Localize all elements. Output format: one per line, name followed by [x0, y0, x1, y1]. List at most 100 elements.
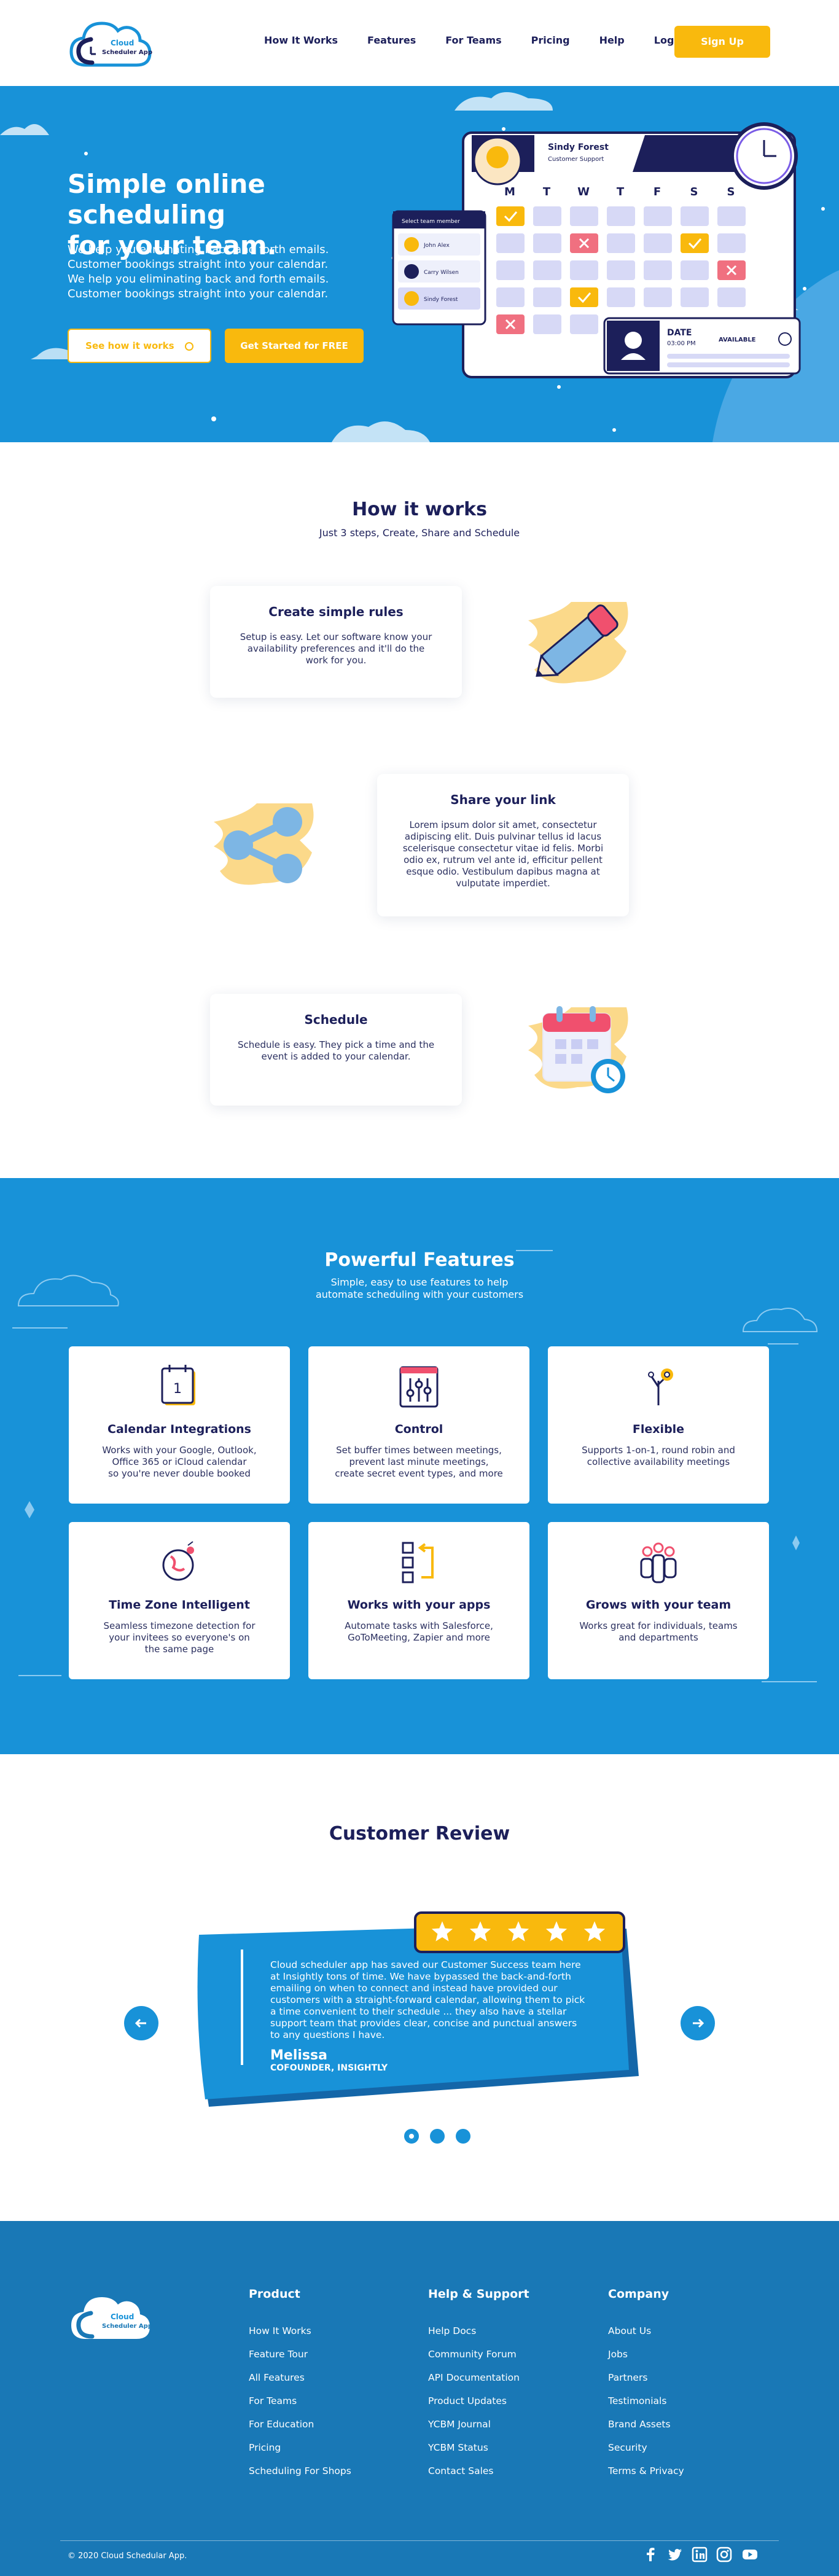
footer-link[interactable]: For Teams — [249, 2389, 351, 2413]
footer-column-help: Help & Support Help Docs Community Forum… — [428, 2287, 529, 2483]
feature-text: Works with your Google, Outlook, Office 3… — [102, 1445, 257, 1479]
feature-text: Set buffer times between meetings, preven… — [335, 1445, 503, 1479]
calendar-day-cell — [717, 287, 746, 307]
calendar-day-cell — [644, 260, 672, 280]
footer-link[interactable]: YCBM Status — [428, 2436, 529, 2459]
logo[interactable]: Cloud Scheduler App — [68, 15, 154, 70]
calendar-day-cell — [496, 287, 525, 307]
copyright: © 2020 Cloud Schedular App. — [68, 2551, 187, 2561]
review-next-button[interactable] — [681, 2006, 715, 2040]
facebook-icon[interactable] — [642, 2547, 658, 2562]
schedule-calendar-icon — [528, 1006, 628, 1093]
footer-link[interactable]: Feature Tour — [249, 2343, 351, 2366]
calendar-day-cell — [717, 206, 746, 226]
calendar-day-cell — [607, 233, 635, 253]
footer-link[interactable]: All Features — [249, 2366, 351, 2389]
carousel-dot[interactable] — [430, 2129, 445, 2144]
feature-text: Automate tasks with Salesforce, GoToMeeti… — [345, 1620, 493, 1643]
footer-link[interactable]: Brand Assets — [608, 2413, 684, 2436]
hero-lead: We help you eliminating back and forth e… — [68, 243, 412, 302]
day-label: T — [617, 185, 625, 198]
carousel-dot[interactable] — [404, 2129, 419, 2144]
nav-help[interactable]: Help — [599, 34, 625, 46]
calendar-icon: 1 — [161, 1365, 195, 1405]
review-author: Melissa — [270, 2048, 327, 2063]
apps-icon — [402, 1542, 434, 1583]
day-label: T — [543, 185, 551, 198]
footer-link[interactable]: Terms & Privacy — [608, 2459, 684, 2483]
feature-text: Supports 1-on-1, round robin and collecti… — [582, 1445, 735, 1467]
footer-link[interactable]: Product Updates — [428, 2389, 529, 2413]
footer-logo[interactable]: Cloud Scheduler App — [68, 2289, 154, 2344]
day-label: S — [690, 185, 698, 198]
instagram-icon[interactable] — [716, 2547, 732, 2562]
how-it-works-subtitle: Just 3 steps, Create, Share and Schedule — [319, 527, 520, 539]
footer-link[interactable]: API Documentation — [428, 2366, 529, 2389]
nav-features[interactable]: Features — [367, 34, 416, 46]
day-label: S — [727, 185, 735, 198]
calendar-day-cell — [533, 233, 561, 253]
calendar-day-cell — [496, 260, 525, 280]
calendar-day-cell — [644, 287, 672, 307]
calendar-day-cell — [533, 206, 561, 226]
review-author-role: COFOUNDER, INSIGHTLY — [270, 2063, 388, 2073]
nav-how-it-works[interactable]: How It Works — [264, 34, 338, 46]
feature-title: Grows with your team — [585, 1598, 732, 1612]
signup-button[interactable]: Sign Up — [674, 26, 770, 58]
carousel-dot[interactable] — [456, 2129, 470, 2144]
calendar-day-cell — [533, 260, 561, 280]
twitter-icon[interactable] — [667, 2547, 683, 2562]
step-text: Schedule is easy. They pick a time and t… — [237, 1039, 435, 1062]
nav-pricing[interactable]: Pricing — [531, 34, 570, 46]
member-item: Carry Wilsen — [424, 270, 459, 276]
step-card-share: Share your link Lorem ipsum dolor sit am… — [377, 774, 629, 916]
footer-link[interactable]: Jobs — [608, 2343, 684, 2366]
svg-text:1: 1 — [173, 1381, 182, 1397]
step-text: Lorem ipsum dolor sit amet, consectetur a… — [402, 819, 604, 889]
footer-link[interactable]: About Us — [608, 2319, 684, 2343]
footer-column-title: Product — [249, 2287, 300, 2301]
globe-icon — [162, 1541, 194, 1581]
footer-link[interactable]: Scheduling For Shops — [249, 2459, 351, 2483]
site-header: Cloud Scheduler App How It Works Feature… — [0, 0, 839, 86]
calendar-day-cell — [644, 233, 672, 253]
feature-card-calendar: 1 Calendar Integrations Works with your … — [69, 1346, 290, 1504]
site-footer: Cloud Scheduler App Product How It Works… — [0, 2221, 839, 2576]
time-label: 03:00 PM — [667, 340, 696, 347]
see-how-it-works-button[interactable]: See how it works — [68, 329, 211, 363]
calendar-day-cell — [681, 233, 709, 253]
review-text: Cloud scheduler app has saved our Custom… — [270, 1959, 614, 2074]
footer-link[interactable]: How It Works — [249, 2319, 351, 2343]
linkedin-icon[interactable] — [692, 2547, 708, 2562]
calendar-day-cell — [570, 314, 598, 334]
footer-link[interactable]: Testimonials — [608, 2389, 684, 2413]
youtube-icon[interactable] — [742, 2547, 758, 2562]
nav-for-teams[interactable]: For Teams — [445, 34, 501, 46]
step-card-create: Create simple rules Setup is easy. Let o… — [210, 586, 462, 698]
feature-title: Works with your apps — [347, 1598, 491, 1612]
footer-divider — [60, 2540, 779, 2541]
feature-text: Seamless timezone detection for your invi… — [103, 1620, 256, 1655]
footer-link[interactable]: YCBM Journal — [428, 2413, 529, 2436]
hero-title-line1: Simple online scheduling — [68, 169, 265, 230]
footer-link[interactable]: Contact Sales — [428, 2459, 529, 2483]
calendar-day-cell — [717, 233, 746, 253]
footer-column-company: Company About Us Jobs Partners Testimoni… — [608, 2287, 684, 2483]
footer-column-title: Company — [608, 2287, 669, 2301]
arrow-right-icon — [693, 2018, 704, 2028]
footer-link[interactable]: Partners — [608, 2366, 684, 2389]
play-icon — [184, 342, 193, 351]
footer-link[interactable]: Help Docs — [428, 2319, 529, 2343]
footer-link[interactable]: Security — [608, 2436, 684, 2459]
arrow-left-icon — [135, 2018, 146, 2028]
hero-lead-line: Customer bookings straight into your cal… — [68, 287, 329, 300]
footer-link[interactable]: Community Forum — [428, 2343, 529, 2366]
review-prev-button[interactable] — [124, 2006, 158, 2040]
footer-link[interactable]: Pricing — [249, 2436, 351, 2459]
features-subtitle-line1: Simple, easy to use features to help — [330, 1276, 509, 1288]
feature-title: Flexible — [632, 1423, 685, 1436]
get-started-button[interactable]: Get Started for FREE — [225, 329, 364, 363]
feature-card-control: Control Set buffer times between meeting… — [308, 1346, 529, 1504]
calendar-day-cell — [570, 206, 598, 226]
footer-link[interactable]: For Education — [249, 2413, 351, 2436]
